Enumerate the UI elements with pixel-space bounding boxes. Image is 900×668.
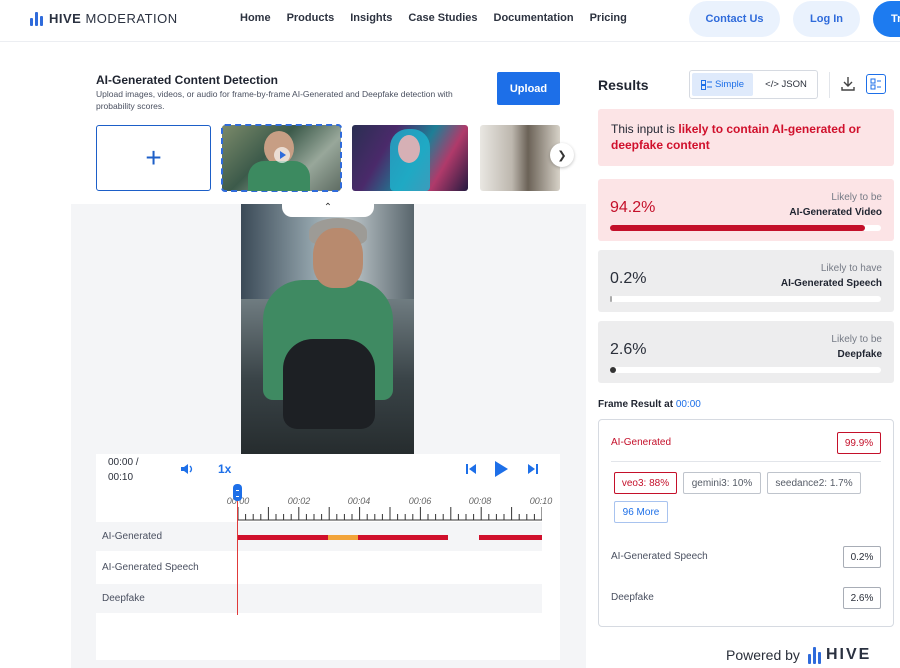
hive-logo-icon [30,11,43,26]
hive-logo[interactable]: HIVE [807,646,871,664]
playhead-line [237,500,238,615]
add-media-button[interactable]: + [96,125,211,191]
nav-link-pricing[interactable]: Pricing [590,12,627,24]
source-chip[interactable]: seedance2: 1.7% [767,472,861,494]
nav-link-case-studies[interactable]: Case Studies [408,12,477,24]
score-label: Deepfake [837,349,882,360]
layout-icon[interactable] [866,74,886,94]
contact-us-button[interactable]: Contact Us [689,1,780,37]
frame-row-label: AI-Generated [611,437,672,448]
nav-links: Home Products Insights Case Studies Docu… [240,12,643,24]
timeline-ruler[interactable] [238,495,542,525]
score-bar [610,367,881,373]
frame-result-title: Frame Result at 00:00 [598,399,701,410]
track-ai-speech: AI-Generated Speech [102,562,199,573]
frame-time: 00:00 [675,399,701,410]
score-label: AI-Generated Video [789,207,882,218]
hive-logo[interactable]: HIVE MODERATION [30,11,178,26]
powered-by: Powered by HIVE [726,646,872,664]
score-bar [610,225,881,231]
time-readout: 00:00 / 00:10 [108,457,139,483]
view-toggle: Simple </> JSON [689,70,818,99]
score-label: AI-Generated Speech [780,278,882,289]
detector-title: AI-Generated Content Detection [96,73,279,87]
try-button[interactable]: Tr [873,1,900,37]
frame-row-value: 99.9% [837,432,881,454]
media-thumbnail-selected[interactable] [221,124,342,192]
frame-row-value: 2.6% [843,587,881,609]
more-sources-button[interactable]: 96 More [614,501,668,523]
upload-button[interactable]: Upload [497,72,560,105]
score-bar-fill [610,367,616,373]
playhead-handle[interactable] [233,484,242,501]
score-bar-fill [610,225,866,231]
score-card-ai-speech: 0.2% Likely to have AI-Generated Speech [598,250,894,312]
detection-segment[interactable] [479,535,542,540]
top-nav: HIVE MODERATION Home Products Insights C… [0,0,900,42]
brand-sub: MODERATION [85,11,178,26]
score-value: 2.6% [610,341,647,358]
detection-segment[interactable] [328,535,358,540]
score-bar [610,296,881,302]
divider [611,461,881,462]
track-deepfake: Deepfake [96,584,542,613]
volume-icon[interactable] [180,462,196,476]
score-card-ai-video: 94.2% Likely to be AI-Generated Video [598,179,894,241]
score-value: 94.2% [610,199,656,216]
frame-row-label: Deepfake [611,592,654,603]
list-icon [700,79,712,90]
nav-link-products[interactable]: Products [287,12,335,24]
skip-back-icon[interactable] [465,463,477,475]
detector-description: Upload images, videos, or audio for fram… [96,89,453,111]
media-thumbnail[interactable] [480,125,560,191]
playback-speed[interactable]: 1x [218,462,231,476]
chevron-right-icon[interactable]: ❯ [550,143,574,167]
score-value: 0.2% [610,270,647,287]
nav-link-home[interactable]: Home [240,12,271,24]
score-bar-fill [610,296,612,302]
media-thumbnail[interactable] [352,125,468,191]
verdict-alert: This input is likely to contain AI-gener… [598,109,894,166]
plus-icon: + [145,142,162,173]
chevron-up-icon[interactable]: ⌃ [282,197,374,217]
divider [829,72,830,98]
play-icon [274,147,290,163]
skip-forward-icon[interactable] [527,463,539,475]
results-title: Results [598,77,649,93]
play-icon[interactable] [493,460,509,478]
frame-row-value: 0.2% [843,546,881,568]
json-view-button[interactable]: </> JSON [756,73,816,96]
download-icon[interactable] [838,74,858,94]
nav-link-documentation[interactable]: Documentation [494,12,574,24]
nav-link-insights[interactable]: Insights [350,12,392,24]
source-chip[interactable]: gemini3: 10% [683,472,761,494]
video-frame [241,204,414,454]
log-in-button[interactable]: Log In [793,1,860,37]
simple-view-button[interactable]: Simple [692,73,753,96]
brand-name: HIVE [49,11,82,26]
score-card-deepfake: 2.6% Likely to be Deepfake [598,321,894,383]
detection-segment[interactable] [238,535,328,540]
source-chip[interactable]: veo3: 88% [614,472,677,494]
hive-logo-icon [807,646,821,664]
frame-row-label: AI-Generated Speech [611,551,708,562]
detection-segment[interactable] [358,535,448,540]
